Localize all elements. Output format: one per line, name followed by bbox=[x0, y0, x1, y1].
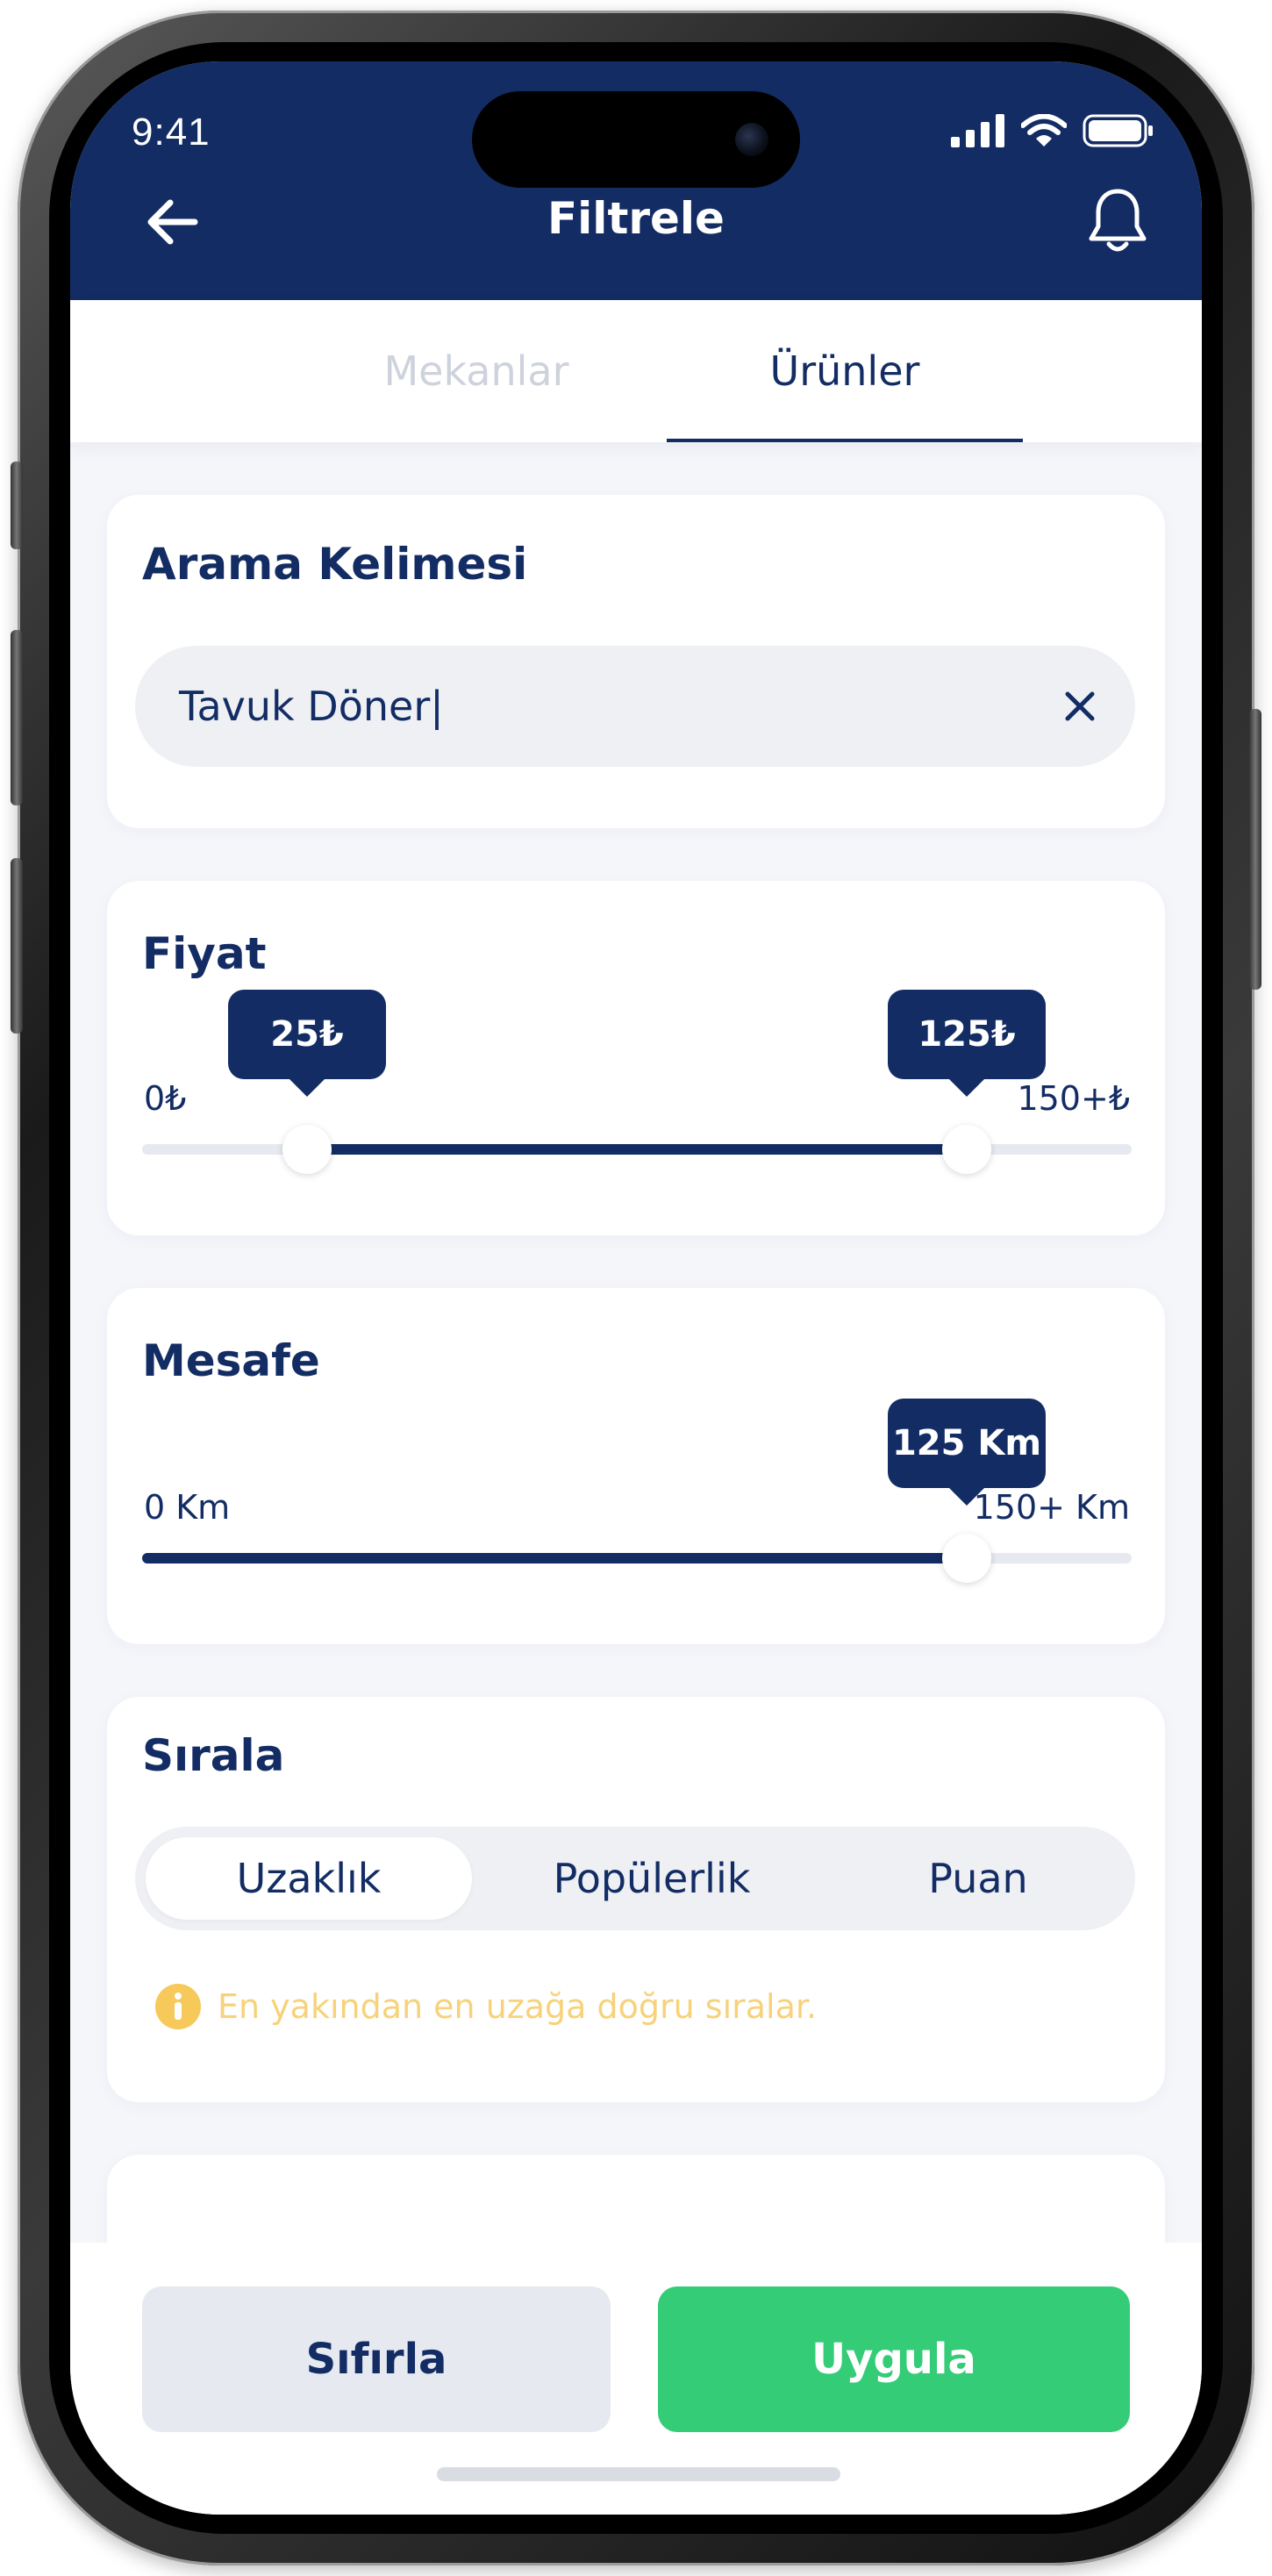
app-screen: 9:41 Filtrele Mekanlar Ürünler Arama Kel… bbox=[70, 61, 1202, 2515]
price-min-label: 0₺ bbox=[144, 1079, 187, 1118]
sort-info-text: En yakından en uzağa doğru sıralar. bbox=[218, 1987, 818, 2026]
sort-option-puan[interactable]: Puan bbox=[832, 1827, 1125, 1930]
search-card: Arama Kelimesi Tavuk Döner| bbox=[107, 495, 1165, 828]
camera-icon bbox=[735, 123, 768, 156]
sort-segmented-control: Uzaklık Popülerlik Puan bbox=[135, 1827, 1135, 1930]
search-input[interactable]: Tavuk Döner| bbox=[135, 646, 1135, 767]
distance-thumb[interactable] bbox=[942, 1534, 991, 1583]
action-bar: Sıfırla Uygula bbox=[70, 2243, 1202, 2515]
wifi-icon bbox=[1021, 114, 1067, 147]
home-indicator bbox=[437, 2467, 840, 2481]
action-button bbox=[11, 462, 23, 549]
clear-search-button[interactable] bbox=[1049, 676, 1111, 737]
sort-title: Sırala bbox=[142, 1730, 285, 1781]
power-button bbox=[1249, 709, 1261, 990]
price-min-value-tooltip: 25₺ bbox=[228, 990, 386, 1097]
info-icon bbox=[155, 1984, 201, 2029]
battery-icon bbox=[1083, 114, 1153, 147]
dynamic-island bbox=[472, 91, 800, 188]
search-title: Arama Kelimesi bbox=[142, 539, 528, 590]
reset-button[interactable]: Sıfırla bbox=[142, 2286, 611, 2432]
close-icon bbox=[1065, 691, 1095, 721]
apply-button[interactable]: Uygula bbox=[658, 2286, 1130, 2432]
sort-option-uzaklik[interactable]: Uzaklık bbox=[146, 1837, 472, 1920]
price-max-label: 150+₺ bbox=[1017, 1079, 1130, 1118]
distance-max-label: 150+ Km bbox=[973, 1488, 1130, 1527]
status-time: 9:41 bbox=[132, 111, 211, 154]
sort-option-populerlik[interactable]: Popülerlik bbox=[481, 1827, 823, 1930]
page-title: Filtrele bbox=[547, 193, 725, 244]
volume-up-button bbox=[11, 630, 23, 805]
tab-bar: Mekanlar Ürünler bbox=[70, 300, 1202, 442]
bell-icon bbox=[1089, 189, 1147, 252]
distance-slider-range bbox=[142, 1553, 967, 1563]
price-min-thumb[interactable] bbox=[282, 1125, 332, 1174]
search-input-value: Tavuk Döner| bbox=[179, 683, 444, 730]
distance-card: Mesafe 0 Km 150+ Km 125 Km bbox=[107, 1288, 1165, 1644]
price-max-thumb[interactable] bbox=[942, 1125, 991, 1174]
status-icons bbox=[951, 114, 1154, 147]
tab-urunler[interactable]: Ürünler bbox=[667, 300, 1023, 442]
tab-mekanlar[interactable]: Mekanlar bbox=[298, 300, 654, 442]
price-max-value-tooltip: 125₺ bbox=[888, 990, 1046, 1097]
notifications-button[interactable] bbox=[1084, 186, 1151, 256]
distance-min-label: 0 Km bbox=[144, 1488, 231, 1527]
cellular-signal-icon bbox=[951, 114, 1004, 147]
app-header: 9:41 Filtrele bbox=[70, 61, 1202, 300]
active-tab-indicator bbox=[667, 439, 1023, 442]
price-title: Fiyat bbox=[142, 928, 267, 979]
distance-title: Mesafe bbox=[142, 1335, 320, 1386]
sort-info: En yakından en uzağa doğru sıralar. bbox=[154, 1983, 817, 2030]
price-card: Fiyat 0₺ 150+₺ 25₺ 125₺ bbox=[107, 881, 1165, 1235]
price-slider-range bbox=[307, 1144, 967, 1155]
distance-value-tooltip: 125 Km bbox=[888, 1399, 1046, 1506]
sort-card: Sırala Uzaklık Popülerlik Puan En yakınd… bbox=[107, 1697, 1165, 2102]
volume-down-button bbox=[11, 858, 23, 1034]
